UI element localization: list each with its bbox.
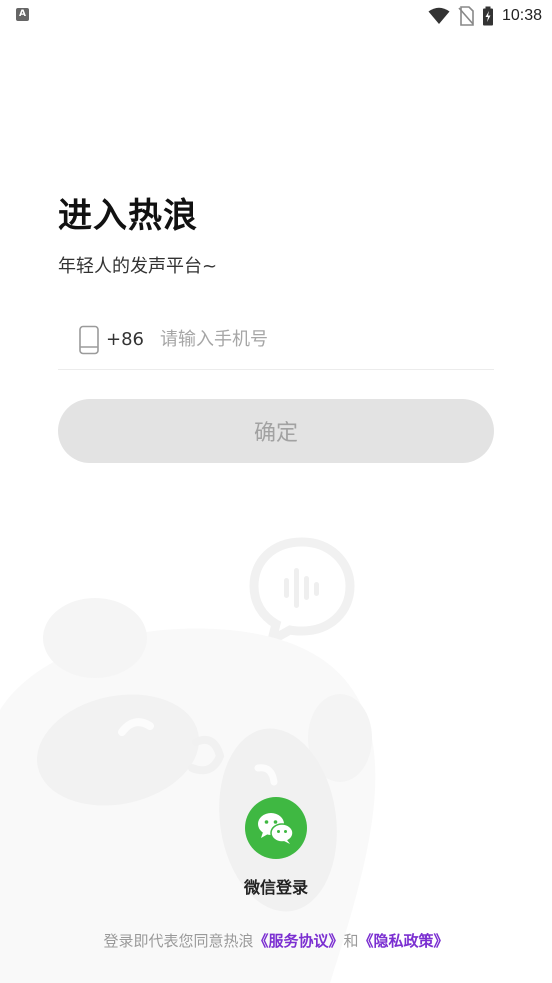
- phone-input-row: +86: [58, 318, 494, 370]
- page-subtitle: 年轻人的发声平台~: [58, 256, 218, 277]
- mobile-phone-icon: [79, 325, 99, 354]
- battery-charging-icon: [482, 6, 493, 26]
- wechat-login-button[interactable]: [245, 797, 307, 859]
- app-notification-icon: A: [16, 8, 29, 21]
- clock: 10:38: [501, 7, 542, 24]
- no-sim-icon: [458, 6, 474, 26]
- phone-number-input[interactable]: [160, 329, 440, 350]
- status-bar: A 10:38: [0, 0, 552, 32]
- service-agreement-link[interactable]: 《服务协议》: [253, 932, 343, 950]
- wechat-login-label: 微信登录: [243, 878, 308, 897]
- confirm-button[interactable]: 确定: [58, 399, 494, 463]
- status-bar-right: 10:38: [428, 4, 542, 28]
- agreement-conjunction: 和: [343, 932, 359, 950]
- wifi-icon: [428, 7, 450, 24]
- country-code-selector[interactable]: +86: [106, 329, 144, 350]
- page-title: 进入热浪: [58, 196, 198, 236]
- agreement-prefix: 登录即代表您同意热浪: [103, 932, 254, 950]
- wechat-icon: [258, 813, 294, 844]
- agreement-text: 登录即代表您同意热浪《服务协议》和《隐私政策》: [0, 930, 552, 951]
- panda-watermark-illustration: [0, 537, 376, 983]
- login-screen: A 10:38 进入热浪 年轻人的发声平台~ +86 请输入手机号 确定 微信登…: [0, 0, 552, 983]
- privacy-policy-link[interactable]: 《隐私政策》: [359, 932, 449, 950]
